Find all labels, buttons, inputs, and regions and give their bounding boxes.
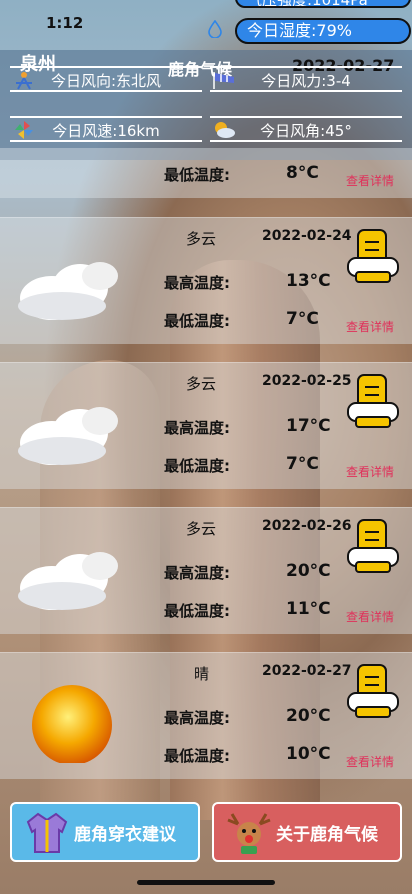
min-temp-label: 最低温度: — [164, 312, 230, 330]
humidity-text: 今日湿度:79% — [247, 21, 352, 40]
jacket-icon — [26, 812, 68, 853]
weather-condition: 多云 — [186, 520, 217, 538]
max-temp-label: 最高温度: — [164, 419, 230, 437]
forecast-date: 2022-02-24 — [262, 228, 352, 244]
forecast-date: 2022-02-27 — [262, 663, 352, 679]
cloud-icon — [18, 407, 118, 465]
forecast-card[interactable]: 多云 2022-02-26 最高温度: 20°C 最低温度: 11°C 查看详情 — [0, 507, 412, 634]
min-temp-value: 8°C — [286, 163, 319, 183]
min-temp-value: 7°C — [286, 309, 319, 329]
wind-power-box: 今日风力:3-4 — [210, 66, 402, 92]
max-temp-value: 13°C — [286, 271, 331, 291]
cloud-icon — [18, 262, 118, 320]
status-time: 1:12 — [46, 14, 84, 32]
wind-angle-box: 今日风角:45° — [210, 116, 402, 142]
forecast-card-partial[interactable]: 最低温度: 8°C 查看详情 — [0, 148, 412, 198]
view-details-link[interactable]: 查看详情 — [346, 318, 394, 335]
wind-speed-box: 今日风速:16km — [10, 116, 202, 142]
min-temp-label: 最低温度: — [164, 747, 230, 765]
max-temp-value: 20°C — [286, 561, 331, 581]
printer-icon[interactable] — [346, 518, 400, 574]
max-temp-label: 最高温度: — [164, 564, 230, 582]
forecast-date: 2022-02-26 — [262, 518, 352, 534]
min-temp-label: 最低温度: — [164, 166, 230, 184]
min-temp-label: 最低温度: — [164, 457, 230, 475]
view-details-link[interactable]: 查看详情 — [346, 463, 394, 480]
printer-icon[interactable] — [346, 663, 400, 719]
pressure-text: 气压强度:1014Pa — [247, 0, 368, 6]
view-details-link[interactable]: 查看详情 — [346, 172, 394, 189]
max-temp-value: 17°C — [286, 416, 331, 436]
pressure-pill: 气压强度:1014Pa — [235, 0, 411, 8]
sun-icon — [32, 685, 112, 763]
weather-condition: 多云 — [186, 375, 217, 393]
min-temp-label: 最低温度: — [164, 602, 230, 620]
min-temp-value: 10°C — [286, 744, 331, 764]
home-indicator[interactable] — [137, 880, 275, 885]
forecast-card[interactable]: 多云 2022-02-25 最高温度: 17°C 最低温度: 7°C 查看详情 — [0, 362, 412, 489]
cloud-icon — [18, 552, 118, 610]
humidity-pill: 今日湿度:79% — [235, 18, 411, 44]
wind-power-label: 今日风力:3-4 — [261, 72, 351, 90]
max-temp-label: 最高温度: — [164, 274, 230, 292]
weather-condition: 多云 — [186, 230, 217, 248]
printer-icon[interactable] — [346, 228, 400, 284]
wind-direction-box: 今日风向:东北风 — [10, 66, 202, 92]
wind-speed-label: 今日风速:16km — [52, 122, 160, 140]
min-temp-value: 11°C — [286, 599, 331, 619]
min-temp-value: 7°C — [286, 454, 319, 474]
reindeer-icon — [227, 813, 271, 854]
max-temp-label: 最高温度: — [164, 709, 230, 727]
forecast-card[interactable]: 晴 2022-02-27 最高温度: 20°C 最低温度: 10°C 查看详情 — [0, 652, 412, 779]
weather-condition: 晴 — [194, 665, 210, 683]
forecast-card[interactable]: 多云 2022-02-24 最高温度: 13°C 最低温度: 7°C 查看详情 — [0, 217, 412, 344]
clothing-advice-label: 鹿角穿衣建议 — [74, 825, 176, 845]
wind-direction-label: 今日风向:东北风 — [50, 72, 162, 90]
water-drop-icon — [208, 20, 222, 38]
max-temp-value: 20°C — [286, 706, 331, 726]
wind-angle-label: 今日风角:45° — [260, 122, 352, 140]
status-bar: 1:12 气压强度:1014Pa 今日湿度:79% — [0, 0, 412, 50]
about-button[interactable]: 关于鹿角气候 — [212, 802, 402, 862]
view-details-link[interactable]: 查看详情 — [346, 753, 394, 770]
printer-icon[interactable] — [346, 373, 400, 429]
view-details-link[interactable]: 查看详情 — [346, 608, 394, 625]
clothing-advice-button[interactable]: 鹿角穿衣建议 — [10, 802, 200, 862]
about-label: 关于鹿角气候 — [276, 825, 378, 845]
forecast-date: 2022-02-25 — [262, 373, 352, 389]
